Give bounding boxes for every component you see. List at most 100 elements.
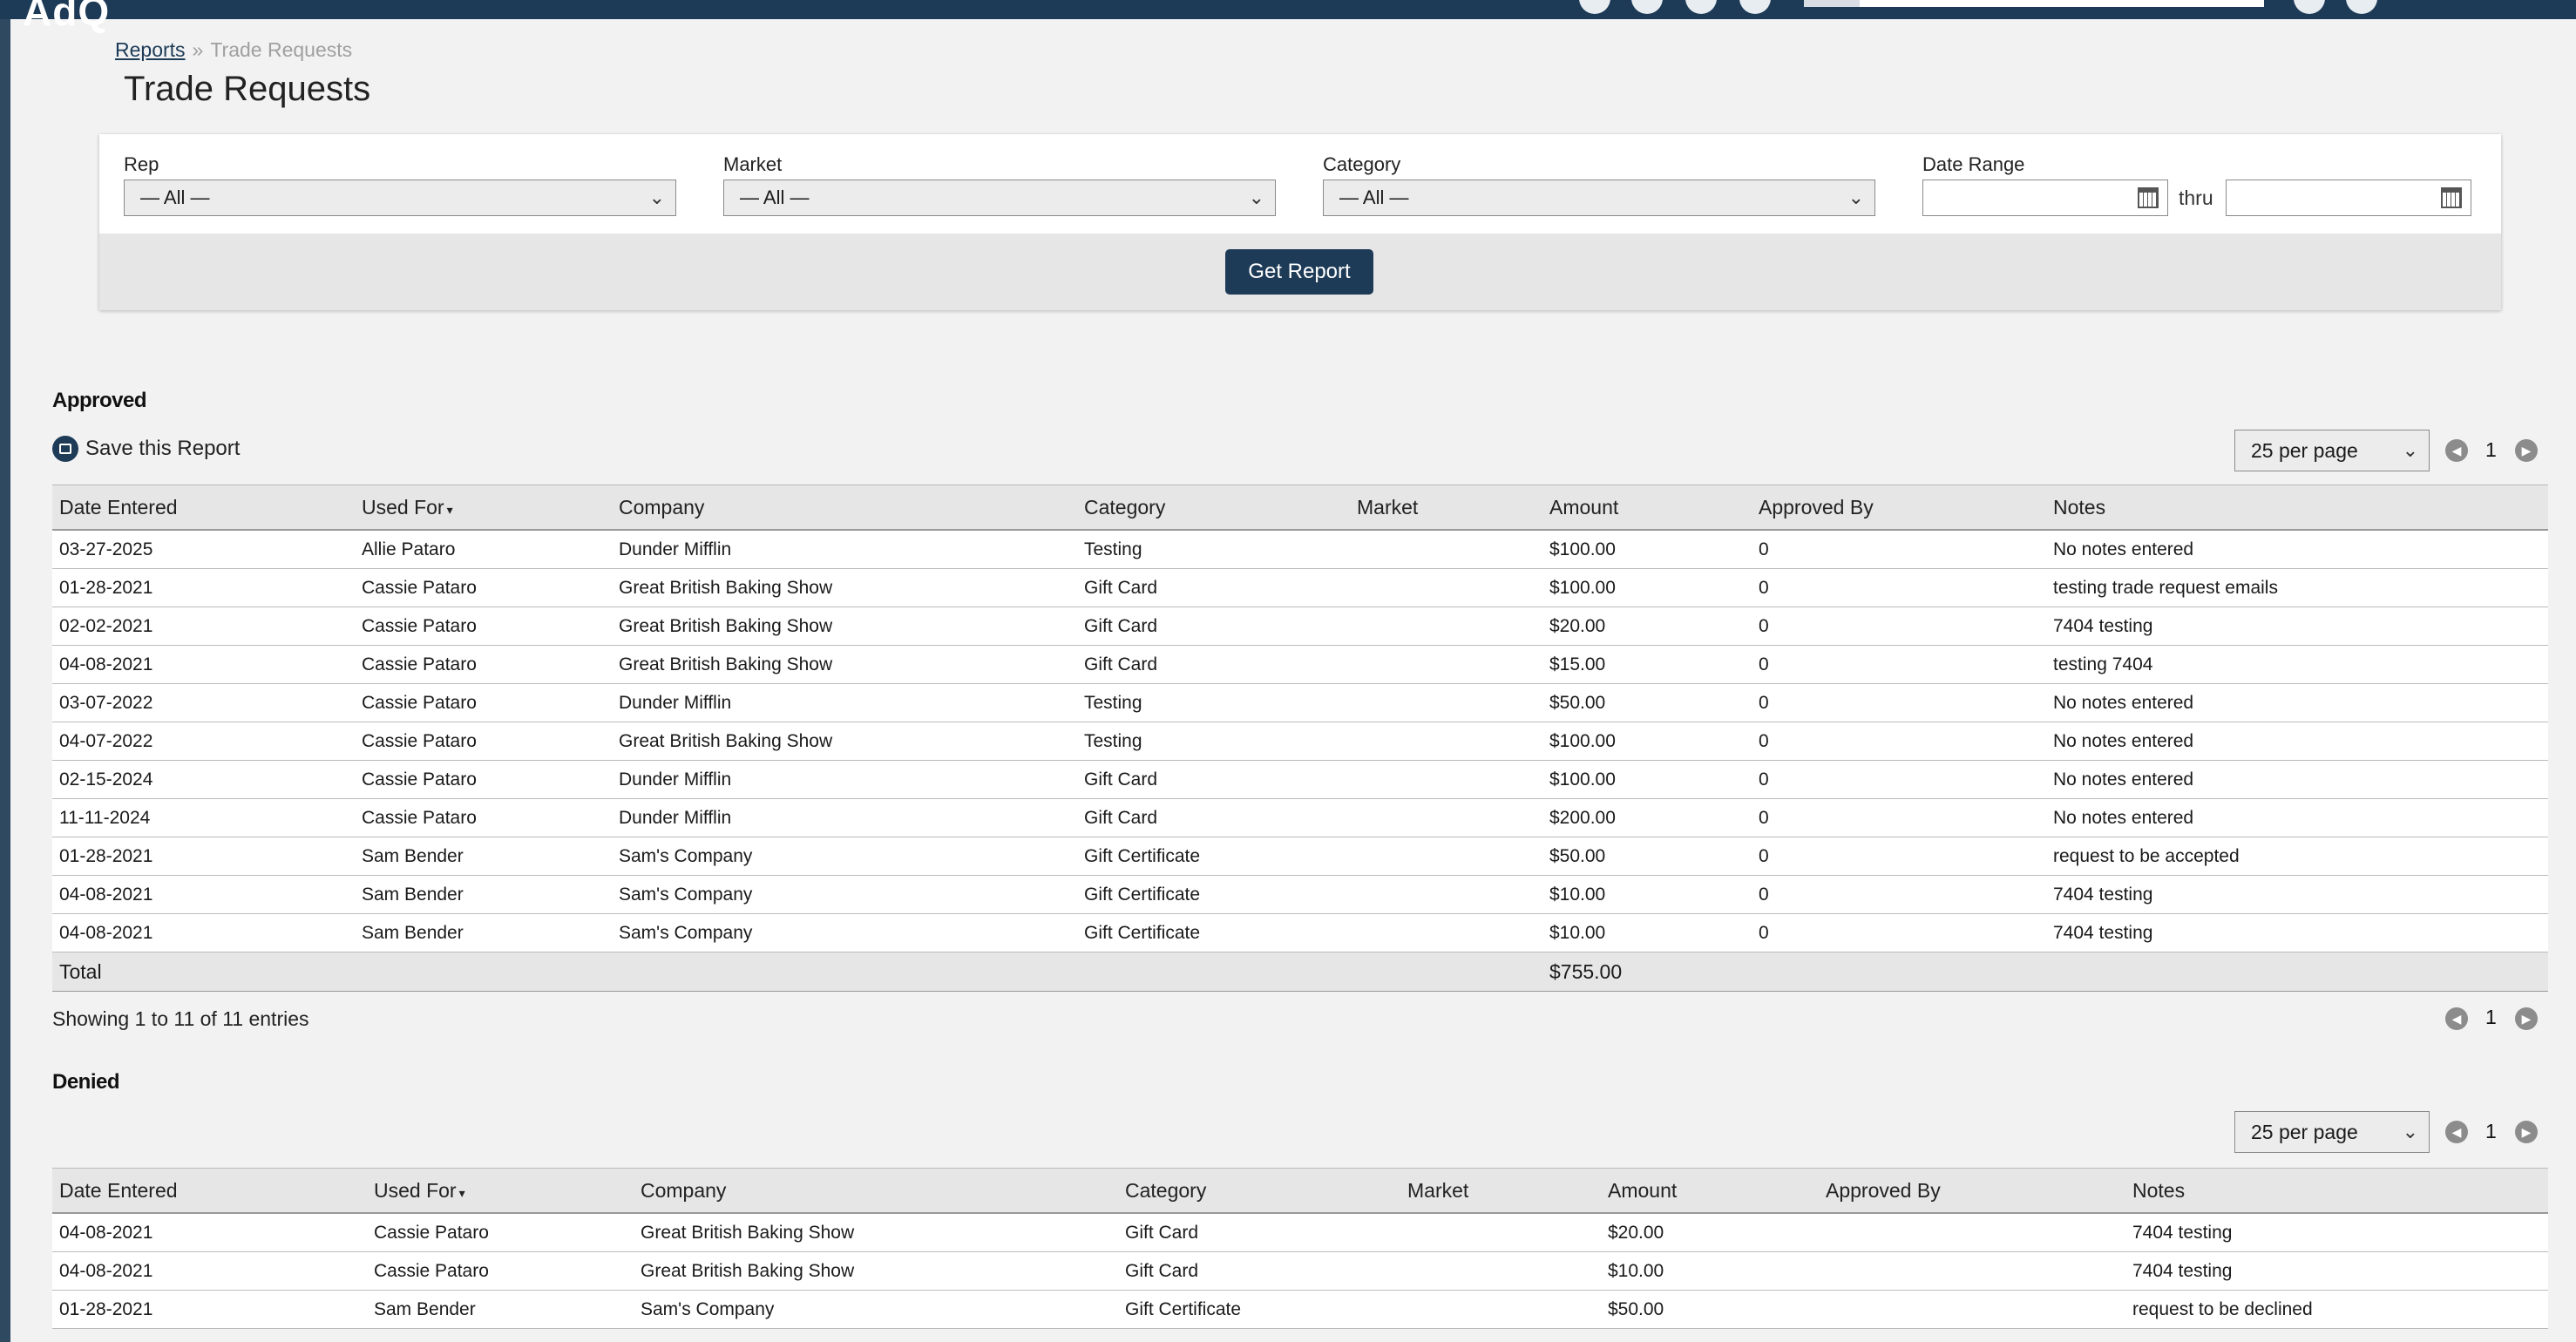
global-search-input[interactable]: [1804, 0, 2264, 7]
column-header-date-entered[interactable]: Date Entered: [52, 1168, 367, 1214]
user-menu-icon[interactable]: [2346, 0, 2377, 14]
chevron-down-icon: ⌄: [2402, 1121, 2418, 1142]
cell-amount: $100.00: [1542, 568, 1752, 607]
market-select[interactable]: — All — ⌄: [723, 180, 1276, 216]
table-row: 01-28-2021 Sam Bender Sam's Company Gift Ce…: [52, 1290, 2548, 1329]
table-row: 04-08-2021 Sam Bender Sam's Company Gift Ce…: [52, 913, 2548, 952]
column-header-used-for[interactable]: Used For ▾: [367, 1168, 634, 1214]
cell-amount: $10.00: [1601, 1251, 1819, 1291]
column-header-approved-by[interactable]: Approved By: [1819, 1168, 2125, 1214]
cell-used-for: Cassie Pataro: [355, 798, 612, 837]
chevron-left-icon[interactable]: ◀: [2445, 439, 2468, 462]
chevron-left-icon[interactable]: ◀: [2445, 1007, 2468, 1030]
save-report-label: Save this Report: [85, 437, 241, 460]
cell-category: Gift Card: [1077, 645, 1350, 684]
per-page-value: 25 per page: [2251, 439, 2358, 462]
nav-icon-3[interactable]: [1685, 0, 1717, 14]
cell-notes: No notes entered: [2046, 798, 2548, 837]
table-row: 02-15-2024 Cassie Pataro Dunder Mifflin Gif…: [52, 760, 2548, 799]
cell-amount: $20.00: [1542, 607, 1752, 646]
column-header-used-for-label: Used For: [374, 1178, 457, 1202]
cell-notes: No notes entered: [2046, 760, 2548, 799]
date-start-input[interactable]: [1922, 180, 2168, 216]
nav-icon-2[interactable]: [1631, 0, 1663, 14]
page-title: Trade Requests: [124, 70, 371, 108]
cell-approved-by: 0: [1752, 760, 2046, 799]
save-icon: [52, 436, 78, 462]
breadcrumb-separator: »: [192, 38, 204, 61]
column-header-company[interactable]: Company: [634, 1168, 1118, 1214]
column-header-date-entered[interactable]: Date Entered: [52, 485, 355, 531]
cell-date-entered: 03-27-2025: [52, 530, 355, 569]
help-icon[interactable]: [2294, 0, 2325, 14]
column-header-category[interactable]: Category: [1118, 1168, 1400, 1214]
nav-icon-4[interactable]: [1739, 0, 1771, 14]
cell-notes: No notes entered: [2046, 530, 2548, 569]
category-select[interactable]: — All — ⌄: [1323, 180, 1875, 216]
cell-market: [1400, 1213, 1601, 1252]
cell-market: [1400, 1251, 1601, 1291]
cell-company: Great British Baking Show: [612, 722, 1077, 761]
chevron-right-icon[interactable]: ▶: [2515, 1121, 2538, 1143]
approved-page-number[interactable]: 1: [2485, 438, 2497, 462]
cell-market: [1350, 875, 1542, 914]
table-row: 01-28-2021 Sam Bender Sam's Company Gift Ce…: [52, 837, 2548, 876]
column-header-market[interactable]: Market: [1400, 1168, 1601, 1214]
column-header-used-for[interactable]: Used For ▾: [355, 485, 612, 531]
sort-caret-icon: ▾: [458, 1185, 465, 1200]
chevron-down-icon: ⌄: [648, 186, 665, 208]
cell-date-entered: 01-28-2021: [52, 568, 355, 607]
denied-per-page-select[interactable]: 25 per page ⌄: [2234, 1111, 2430, 1153]
cell-date-entered: 04-07-2022: [52, 722, 355, 761]
cell-date-entered: 04-08-2021: [52, 1213, 367, 1252]
rep-select[interactable]: — All — ⌄: [124, 180, 676, 216]
get-report-button[interactable]: Get Report: [1225, 249, 1373, 295]
denied-table-body: 04-08-2021 Cassie Pataro Great British Bak…: [52, 1213, 2548, 1329]
column-header-notes[interactable]: Notes: [2125, 1168, 2548, 1214]
chevron-left-icon[interactable]: ◀: [2445, 1121, 2468, 1143]
chevron-right-icon[interactable]: ▶: [2515, 439, 2538, 462]
cell-category: Gift Certificate: [1077, 913, 1350, 952]
cell-category: Testing: [1077, 530, 1350, 569]
cell-company: Great British Baking Show: [612, 568, 1077, 607]
cell-category: Gift Card: [1118, 1213, 1400, 1252]
column-header-market[interactable]: Market: [1350, 485, 1542, 531]
breadcrumb: Reports » Trade Requests: [115, 38, 352, 62]
cell-used-for: Cassie Pataro: [355, 607, 612, 646]
denied-table: Date Entered Used For ▾ Company Category …: [52, 1168, 2548, 1329]
calendar-icon[interactable]: [2138, 187, 2159, 208]
cell-notes: 7404 testing: [2125, 1251, 2548, 1291]
app-logo[interactable]: AdQ: [23, 0, 110, 35]
cell-amount: $10.00: [1542, 875, 1752, 914]
column-header-amount[interactable]: Amount: [1601, 1168, 1819, 1214]
cell-company: Great British Baking Show: [612, 607, 1077, 646]
calendar-icon[interactable]: [2441, 187, 2462, 208]
market-label: Market: [723, 153, 783, 175]
denied-page-number[interactable]: 1: [2485, 1120, 2497, 1143]
date-end-input[interactable]: [2226, 180, 2471, 216]
cell-date-entered: 02-15-2024: [52, 760, 355, 799]
approved-per-page-select[interactable]: 25 per page ⌄: [2234, 430, 2430, 471]
column-header-category[interactable]: Category: [1077, 485, 1350, 531]
cell-notes: No notes entered: [2046, 683, 2548, 722]
column-header-company[interactable]: Company: [612, 485, 1077, 531]
rep-select-value: — All —: [140, 186, 210, 208]
cell-notes: request to be declined: [2125, 1290, 2548, 1329]
approved-bottom-page-number[interactable]: 1: [2485, 1006, 2497, 1029]
cell-category: Gift Certificate: [1077, 875, 1350, 914]
cell-approved-by: 0: [1752, 645, 2046, 684]
denied-section-title: Denied: [52, 1070, 120, 1094]
cell-used-for: Cassie Pataro: [355, 683, 612, 722]
chevron-right-icon[interactable]: ▶: [2515, 1007, 2538, 1030]
table-row: 01-28-2021 Cassie Pataro Great British Bak…: [52, 568, 2548, 607]
cell-amount: $100.00: [1542, 530, 1752, 569]
column-header-amount[interactable]: Amount: [1542, 485, 1752, 531]
column-header-approved-by[interactable]: Approved By: [1752, 485, 2046, 531]
cell-used-for: Allie Pataro: [355, 530, 612, 569]
breadcrumb-reports-link[interactable]: Reports: [115, 38, 186, 61]
save-report-link[interactable]: Save this Report: [52, 436, 240, 462]
category-label: Category: [1323, 153, 1401, 175]
date-range-thru: thru: [2179, 186, 2213, 209]
column-header-notes[interactable]: Notes: [2046, 485, 2548, 531]
nav-icon-1[interactable]: [1579, 0, 1610, 14]
